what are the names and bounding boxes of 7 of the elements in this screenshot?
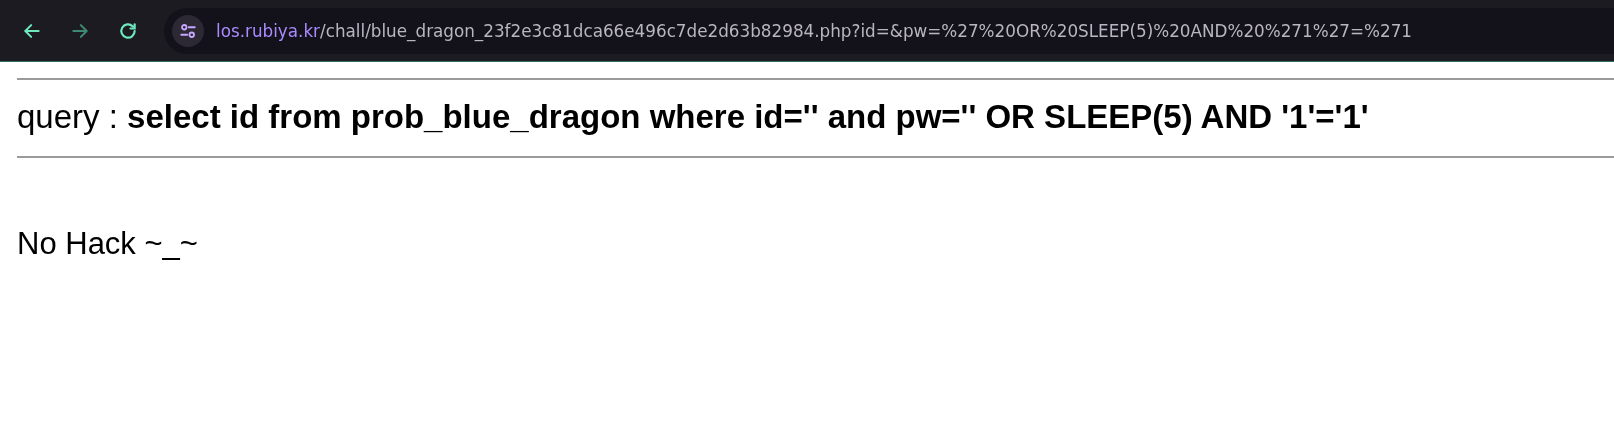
sliders-icon [179, 21, 197, 40]
address-field[interactable]: los.rubiya.kr/chall/blue_dragon_23f2e3c81dca66e496c7de2d63b82984.php?id=&pw=%27%20OR%20SLEEP(5)%20AND%20%271%27=%271 [164, 7, 1614, 54]
reload-icon [118, 20, 138, 41]
message-text: No Hack ~_~ [17, 226, 199, 262]
url-text: los.rubiya.kr/chall/blue_dragon_23f2e3c81dca66e496c7de2d63b82984.php?id=&pw=%27%20OR%20SLEEP(5)%20AND%20%271%27=%271 [216, 20, 1413, 41]
site-settings-button[interactable] [172, 14, 204, 47]
query-text: query : select id from prob_blue_dragon where id='' and pw='' OR SLEEP(5) AND '1'='1' [17, 97, 1370, 137]
